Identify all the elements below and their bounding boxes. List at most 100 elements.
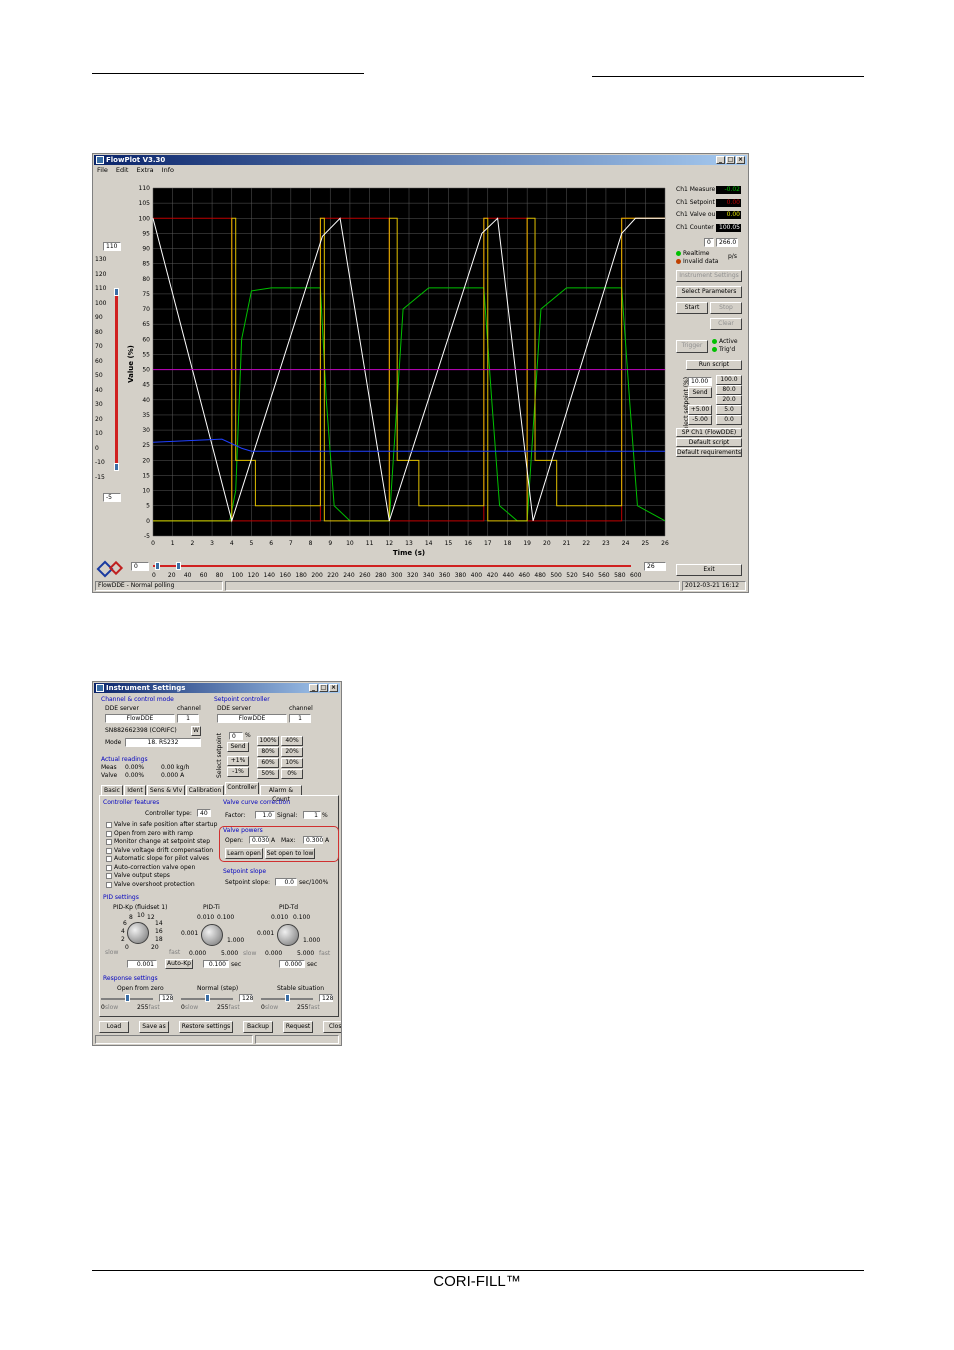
backup-button[interactable]: Backup: [243, 1021, 273, 1033]
response-slider-thumb[interactable]: [125, 994, 130, 1002]
close-button[interactable]: ×: [736, 156, 745, 164]
open-field[interactable]: 0.030: [249, 836, 269, 844]
auto-kp-button[interactable]: Auto-Kp: [165, 959, 193, 969]
preset-0[interactable]: 0.0: [716, 415, 742, 425]
factor-field[interactable]: 1.0: [255, 811, 275, 819]
scroll-track[interactable]: [153, 565, 631, 567]
start-button[interactable]: Start: [676, 302, 708, 314]
response-slider-thumb[interactable]: [285, 994, 290, 1002]
sp-preset-button[interactable]: 0%: [281, 769, 303, 779]
sp-minus-button[interactable]: -5.00: [688, 415, 712, 425]
exit-button[interactable]: Exit: [676, 564, 742, 576]
y-tick-label: 80: [142, 276, 150, 283]
run-script-button[interactable]: Run script: [686, 360, 742, 370]
learn-open-button[interactable]: Learn open: [225, 848, 263, 859]
default-requirements-button[interactable]: Default requirements: [676, 448, 742, 457]
td-field[interactable]: 0.000: [279, 960, 305, 968]
sp-field[interactable]: 0: [229, 732, 243, 740]
close-button[interactable]: ×: [329, 684, 338, 692]
feature-checkbox[interactable]: [106, 873, 112, 879]
menu-edit[interactable]: Edit: [116, 166, 129, 175]
trigger-button[interactable]: Trigger: [676, 340, 708, 353]
feature-checkbox[interactable]: [106, 830, 112, 837]
tab-sens-vlv[interactable]: Sens & Vlv: [147, 785, 185, 795]
tab-calibration[interactable]: Calibration: [186, 785, 224, 795]
minimize-button[interactable]: _: [309, 684, 318, 692]
preset-100[interactable]: 100.0: [716, 375, 742, 385]
save-as-button[interactable]: Save as: [139, 1021, 169, 1033]
channel-select[interactable]: 1: [177, 714, 199, 723]
signal-field[interactable]: 1: [303, 811, 321, 819]
load-button[interactable]: Load: [99, 1021, 129, 1033]
setpoint-field[interactable]: 10.00: [688, 377, 712, 386]
restore-settings-button[interactable]: Restore settings: [179, 1021, 233, 1033]
menu-extra[interactable]: Extra: [136, 166, 153, 175]
feature-checkbox[interactable]: [106, 881, 112, 888]
sp-preset-button[interactable]: 100%: [257, 736, 279, 746]
sp-preset-button[interactable]: 10%: [281, 758, 303, 768]
tab-basic[interactable]: Basic: [101, 785, 123, 795]
tab-controller[interactable]: Controller: [225, 782, 259, 794]
ti-knob[interactable]: [201, 924, 223, 946]
feature-checkbox[interactable]: [106, 839, 112, 845]
serial-button[interactable]: W: [191, 726, 201, 736]
sp-preset-button[interactable]: 60%: [257, 758, 279, 768]
send-button[interactable]: Send: [688, 387, 712, 398]
tab-alarm-count[interactable]: Alarm & Count: [260, 785, 302, 803]
sp-channel-button[interactable]: SP Ch1 (FlowDDE): [676, 428, 742, 437]
select-parameters-button[interactable]: Select Parameters: [676, 286, 742, 298]
scroll-end-field[interactable]: 26: [644, 562, 666, 571]
td-bottom-2: 5.000: [297, 950, 315, 957]
kp-knob[interactable]: [127, 922, 149, 944]
preset-80[interactable]: 80.0: [716, 385, 742, 395]
default-script-button[interactable]: Default script: [676, 438, 742, 447]
td-knob[interactable]: [277, 924, 299, 946]
max-field[interactable]: 0.300: [303, 836, 323, 844]
sp-plus-button[interactable]: +1%: [227, 756, 249, 766]
response-value[interactable]: 128: [239, 994, 253, 1002]
dde-server-select[interactable]: FlowDDE: [105, 714, 175, 723]
response-value[interactable]: 128: [319, 994, 333, 1002]
preset-5[interactable]: 5.0: [716, 405, 742, 415]
sp-minus-button[interactable]: -1%: [227, 767, 249, 777]
sp-dde-select[interactable]: FlowDDE: [217, 714, 287, 723]
feature-checkbox[interactable]: [106, 822, 112, 828]
instrument-settings-button[interactable]: Instrument Settings: [676, 270, 742, 282]
menu-file[interactable]: File: [97, 166, 108, 175]
sp-preset-button[interactable]: 40%: [281, 736, 303, 746]
kp-field[interactable]: 0.001: [127, 960, 157, 968]
close-button[interactable]: Close: [323, 1021, 341, 1033]
request-button[interactable]: Request: [283, 1021, 313, 1033]
maximize-button[interactable]: □: [319, 684, 328, 692]
clear-button[interactable]: Clear: [710, 318, 742, 330]
tab-ident[interactable]: Ident: [124, 785, 146, 795]
response-value[interactable]: 128: [159, 994, 173, 1002]
set-open-low-button[interactable]: Set open to low: [265, 848, 315, 859]
feature-checkbox[interactable]: [106, 847, 112, 854]
sp-plus-button[interactable]: +5.00: [688, 405, 712, 415]
sp-preset-button[interactable]: 80%: [257, 747, 279, 757]
maximize-button[interactable]: □: [726, 156, 735, 164]
stop-button[interactable]: Stop: [710, 302, 742, 314]
menu-info[interactable]: Info: [162, 166, 174, 175]
mode-select[interactable]: 18. RS232: [125, 738, 201, 747]
feature-checkbox[interactable]: [106, 856, 112, 862]
minimize-button[interactable]: _: [716, 156, 725, 164]
sp-preset-button[interactable]: 50%: [257, 769, 279, 779]
rate-field[interactable]: 0: [704, 238, 714, 247]
scroll-thumb-left[interactable]: [155, 562, 160, 570]
sp-send-button[interactable]: Send: [227, 742, 249, 752]
y-tick-label: 110: [139, 185, 151, 192]
sp-channel-select[interactable]: 1: [289, 714, 311, 723]
ctrl-type-field[interactable]: 40: [197, 809, 211, 817]
sp-preset-button[interactable]: 20%: [281, 747, 303, 757]
response-slider-thumb[interactable]: [205, 994, 210, 1002]
feature-checkbox[interactable]: [106, 864, 112, 871]
scroll-thumb-right[interactable]: [176, 562, 181, 570]
left-tick: 60: [95, 357, 103, 365]
x-tick-label: 15: [445, 540, 453, 547]
scroll-start-field[interactable]: 0: [131, 562, 149, 571]
ti-field[interactable]: 0.100: [203, 960, 229, 968]
slope-field[interactable]: 0.0: [275, 878, 297, 886]
preset-20[interactable]: 20.0: [716, 395, 742, 405]
